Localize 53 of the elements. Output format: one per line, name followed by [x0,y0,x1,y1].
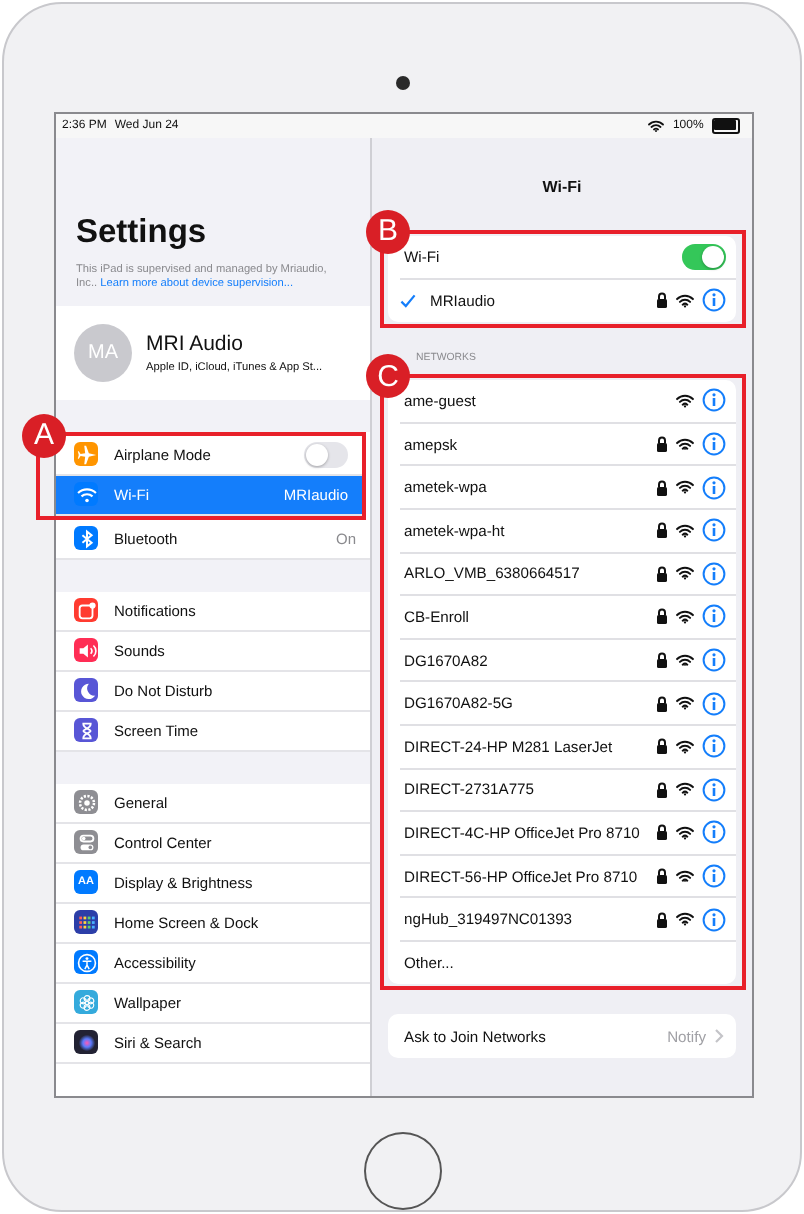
settings-title: Settings [76,211,209,254]
wifi-signal-icon [676,294,694,308]
info-button[interactable] [702,820,726,845]
wifi-signal-icon [676,782,694,797]
wifi-signal-icon [676,437,694,451]
lock-icon [656,292,668,309]
wifi-signal-icon [676,826,694,840]
wifi-signal-icon [676,653,694,667]
lock-icon [656,695,668,712]
info-button[interactable] [702,475,726,500]
info-button[interactable] [702,288,726,313]
info-button[interactable] [702,777,726,802]
lock-icon [656,565,668,582]
lock-icon [656,824,668,841]
info-button[interactable] [702,388,726,413]
lock-icon [656,781,668,798]
wifi-signal-icon [676,610,694,624]
info-button[interactable] [702,907,726,932]
profile-name: MRI Audio [146,331,245,356]
toggle-switch[interactable] [682,243,726,270]
info-button[interactable] [702,648,726,673]
wifi-signal-icon [648,119,665,132]
lock-icon [656,522,668,539]
lock-icon [656,479,668,496]
wifi-signal-icon [676,696,694,710]
callout-badge: B [366,209,410,254]
info-button[interactable] [702,734,726,759]
lock-icon [656,868,668,884]
battery-icon [711,117,740,135]
info-button[interactable] [702,691,726,716]
info-button[interactable] [702,864,726,888]
wifi-signal-icon [676,566,694,581]
wifi-signal-icon [676,739,694,754]
info-button[interactable] [702,518,726,543]
wifi-signal-icon [676,869,694,883]
lock-icon [656,652,668,669]
toggle-switch[interactable] [304,441,348,468]
camera-dot [395,76,409,90]
callout-badge: A [22,413,66,458]
lock-icon [656,436,668,453]
lock-icon [656,608,668,625]
info-button[interactable] [702,561,726,586]
lock-icon [656,911,668,928]
wifi-signal-icon [676,912,694,926]
chevron-icon [714,1028,724,1045]
wifi-page-title: Wi-Fi [540,177,584,196]
wifi-signal-icon [676,394,694,408]
home-button[interactable] [363,1132,441,1210]
lock-icon [656,738,668,755]
info-button[interactable] [702,432,726,457]
wifi-signal-icon [676,480,694,495]
info-button[interactable] [702,604,726,629]
wifi-signal-icon [676,523,694,538]
